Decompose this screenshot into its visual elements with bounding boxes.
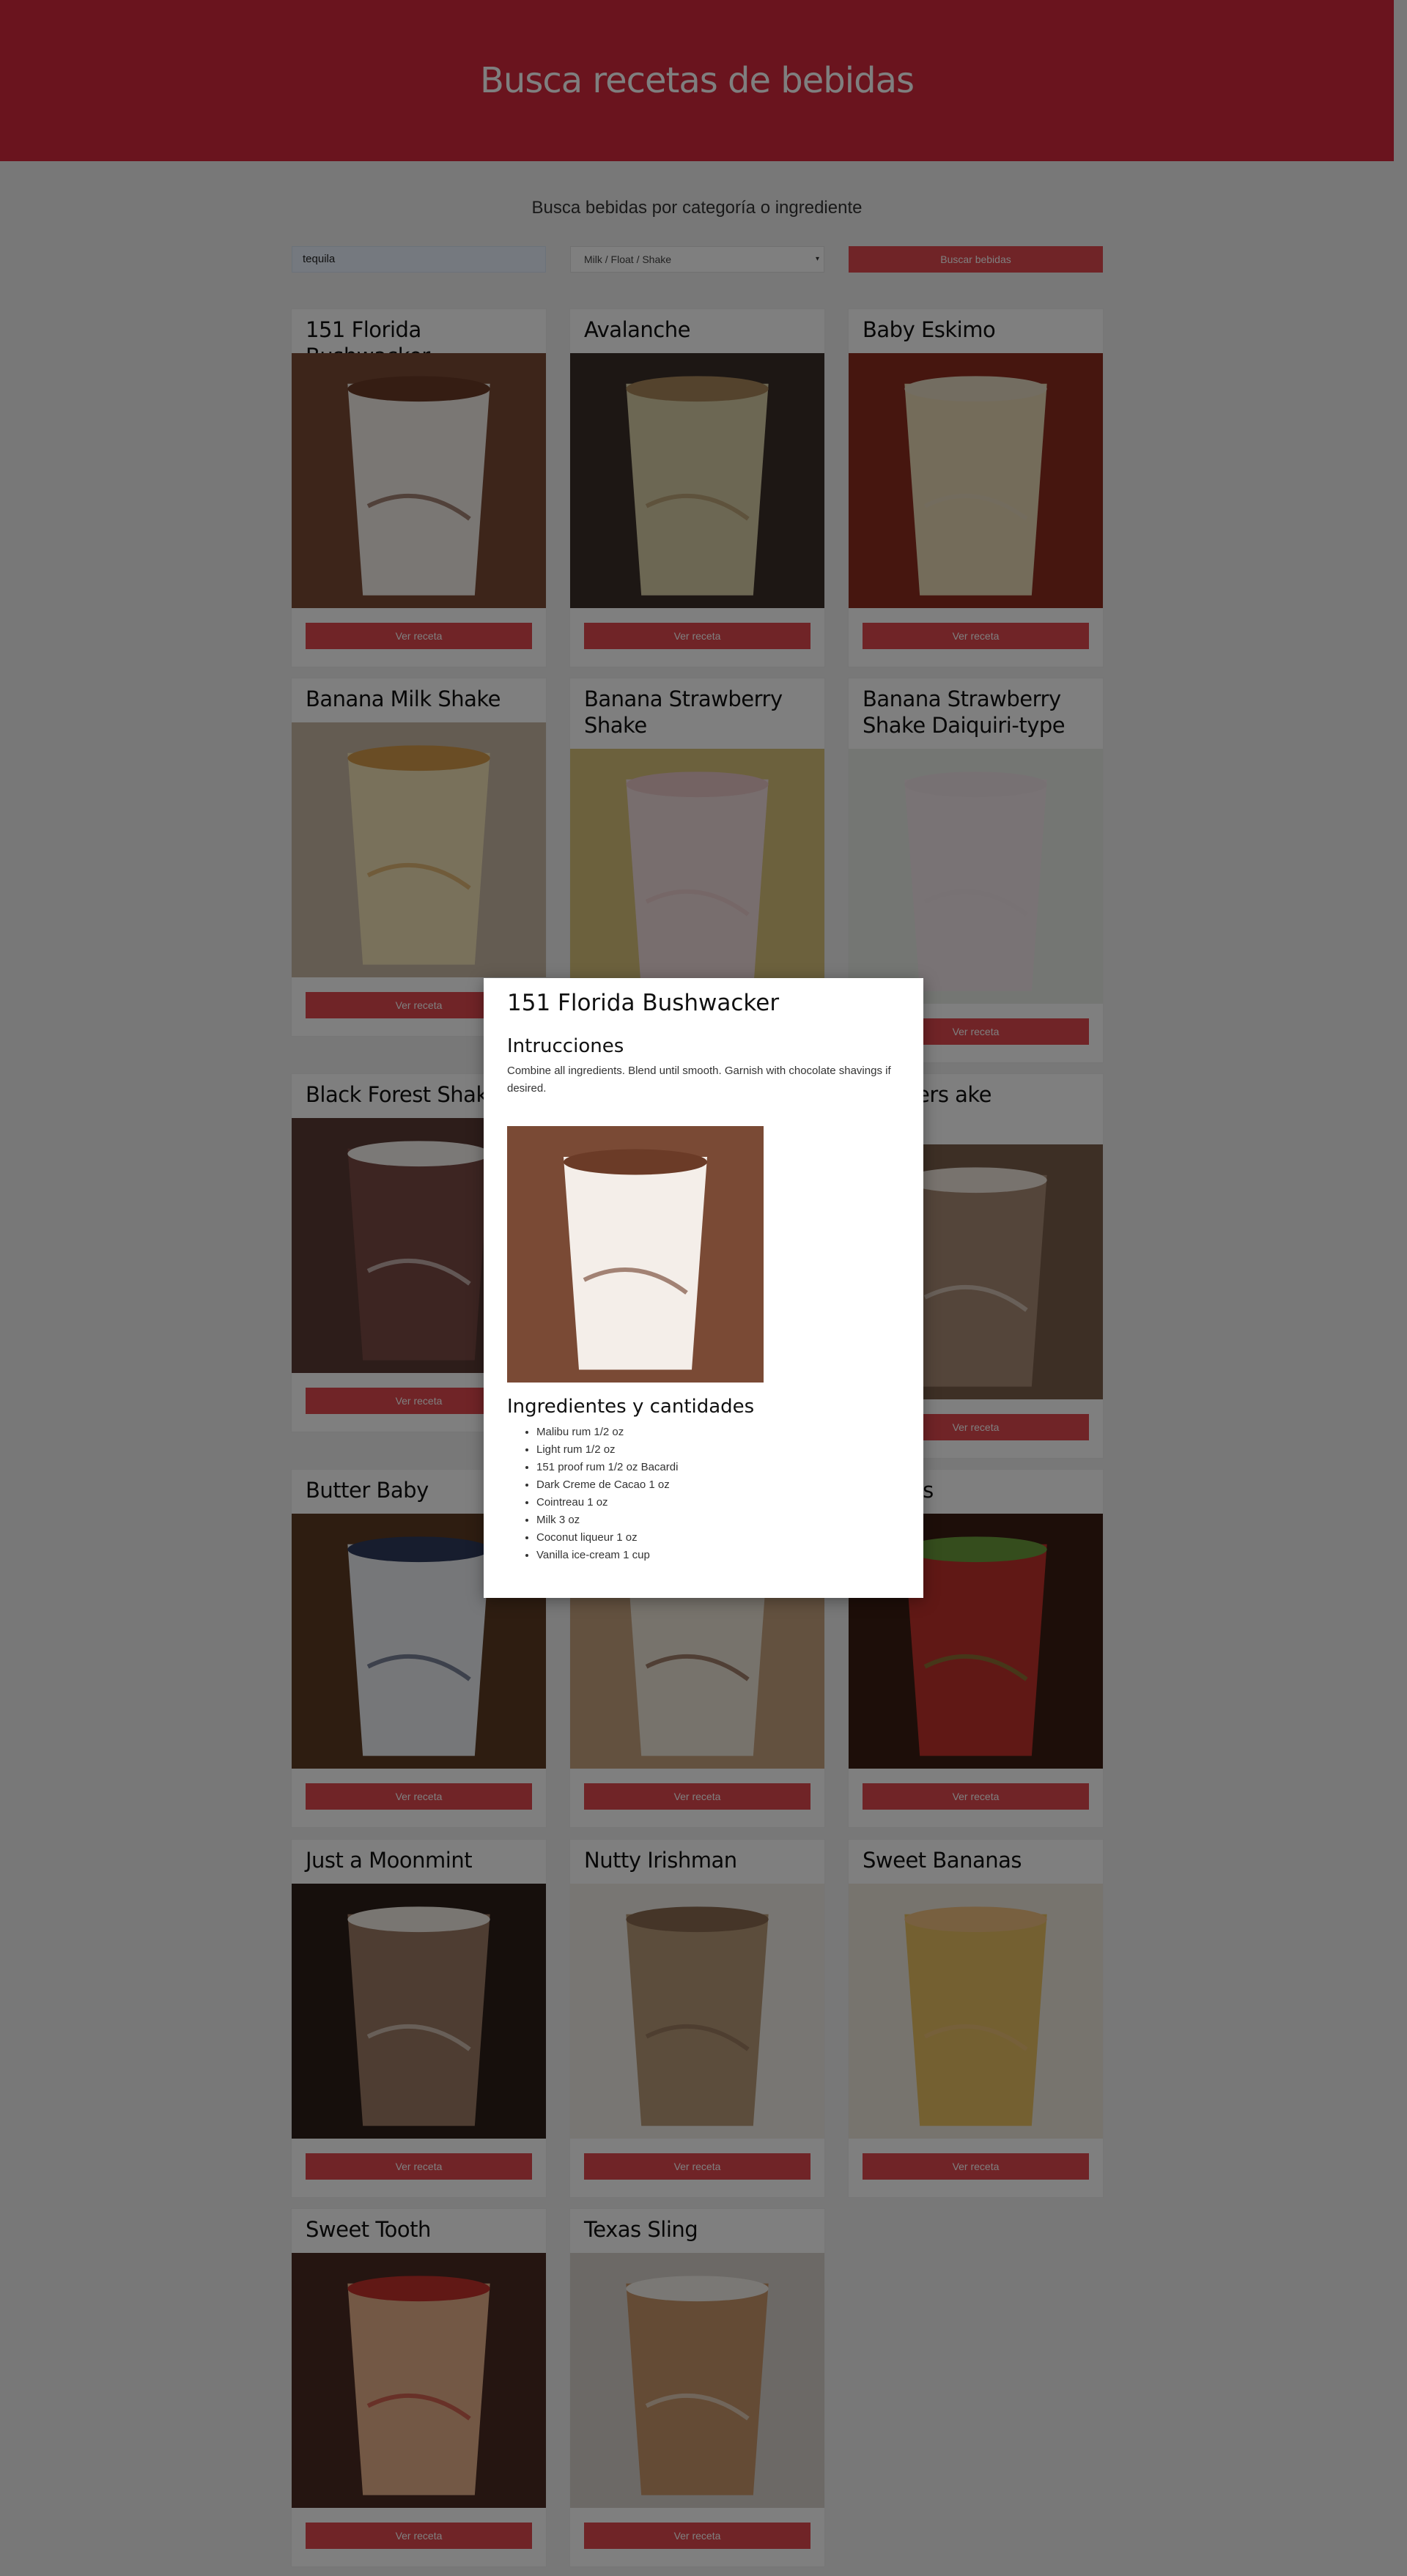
instructions-heading: Intrucciones <box>507 1035 624 1057</box>
ingredients-heading: Ingredientes y cantidades <box>507 1396 755 1418</box>
modal-title: 151 Florida Bushwacker <box>507 990 780 1016</box>
drink-photo <box>507 1126 764 1383</box>
ingredient-item: Malibu rum 1/2 oz <box>536 1424 678 1441</box>
recipe-modal: 151 Florida Bushwacker Intrucciones Comb… <box>484 978 923 1598</box>
ingredient-item: 151 proof rum 1/2 oz Bacardi <box>536 1459 678 1476</box>
ingredient-item: Coconut liqueur 1 oz <box>536 1529 678 1547</box>
ingredient-item: Milk 3 oz <box>536 1511 678 1529</box>
ingredient-item: Vanilla ice-cream 1 cup <box>536 1547 678 1564</box>
ingredients-list: Malibu rum 1/2 ozLight rum 1/2 oz151 pro… <box>507 1424 678 1564</box>
ingredient-item: Cointreau 1 oz <box>536 1494 678 1511</box>
instructions-text: Combine all ingredients. Blend until smo… <box>507 1065 891 1095</box>
ingredient-item: Dark Creme de Cacao 1 oz <box>536 1476 678 1494</box>
ingredient-item: Light rum 1/2 oz <box>536 1441 678 1459</box>
